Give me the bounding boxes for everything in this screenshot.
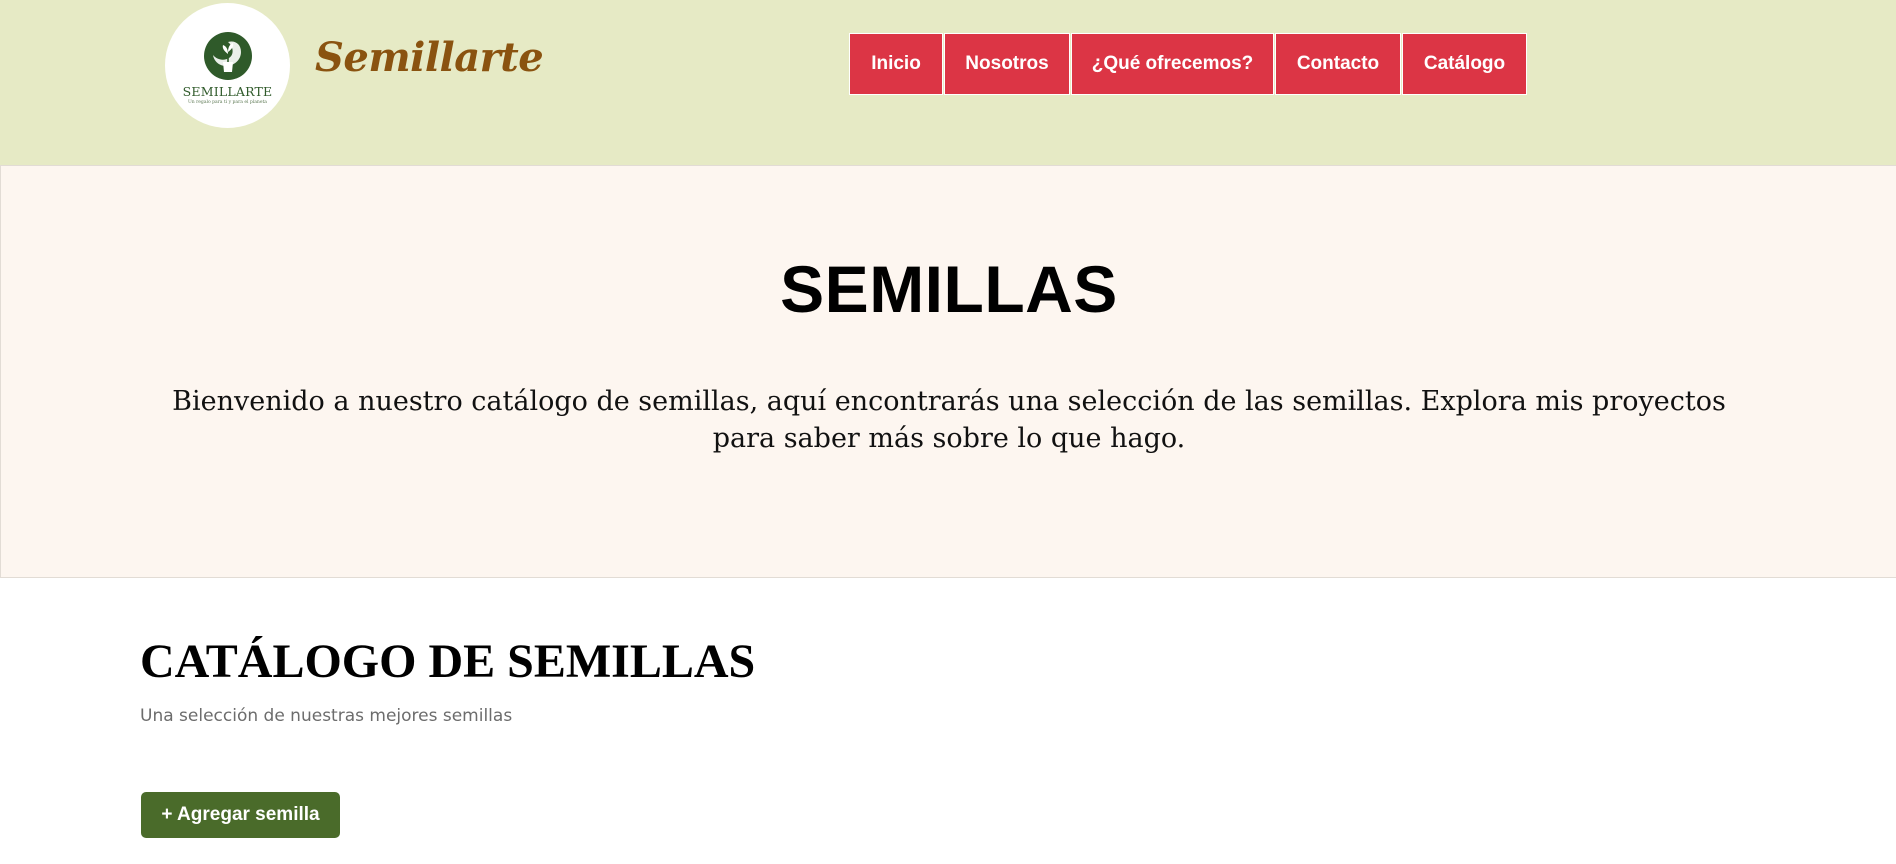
main-nav: Inicio Nosotros ¿Qué ofrecemos? Contacto… bbox=[849, 33, 1528, 95]
hero-description: Bienvenido a nuestro catálogo de semilla… bbox=[172, 386, 1726, 454]
brand-name[interactable]: Semillarte bbox=[315, 34, 544, 81]
hero-section: SEMILLAS Bienvenido a nuestro catálogo d… bbox=[0, 165, 1896, 578]
logo[interactable]: SEMILLARTE Un regalo para ti y para el p… bbox=[165, 3, 290, 128]
add-seed-button[interactable]: + Agregar semilla bbox=[141, 792, 340, 838]
nav-item-inicio[interactable]: Inicio bbox=[849, 33, 943, 95]
nav-item-nosotros[interactable]: Nosotros bbox=[944, 33, 1070, 95]
hero-title: SEMILLAS bbox=[780, 252, 1118, 326]
logo-tagline: Un regalo para ti y para el planeta bbox=[188, 100, 267, 105]
catalog-title: CATÁLOGO DE SEMILLAS bbox=[140, 635, 756, 688]
site-header: SEMILLARTE Un regalo para ti y para el p… bbox=[0, 0, 1896, 165]
nav-item-que-ofrecemos[interactable]: ¿Qué ofrecemos? bbox=[1071, 33, 1274, 95]
catalog-subtitle: Una selección de nuestras mejores semill… bbox=[140, 706, 513, 726]
logo-text: SEMILLARTE bbox=[182, 84, 273, 99]
plant-pot-icon bbox=[203, 32, 252, 80]
nav-item-contacto[interactable]: Contacto bbox=[1275, 33, 1401, 95]
nav-item-catalogo[interactable]: Catálogo bbox=[1402, 33, 1527, 95]
